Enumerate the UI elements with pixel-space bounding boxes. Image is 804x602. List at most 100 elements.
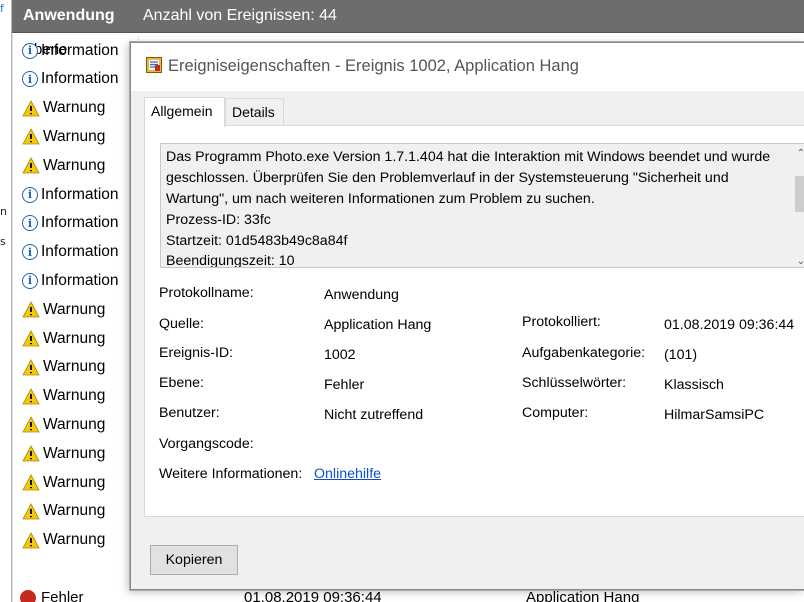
row-level: Warnung xyxy=(43,127,106,145)
warning-icon xyxy=(22,301,40,318)
tab-details[interactable]: Details xyxy=(225,98,284,126)
label-vorgangscode: Vorgangscode: xyxy=(159,436,254,452)
row-level: Warnung xyxy=(43,444,106,462)
onlinehilfe-link[interactable]: Onlinehilfe xyxy=(314,466,381,482)
table-row[interactable]: Warnung xyxy=(14,382,139,411)
info-icon: i xyxy=(22,215,38,232)
value-computer: HilmarSamsiPC xyxy=(664,407,765,423)
info-icon: i xyxy=(22,42,38,59)
warning-icon xyxy=(22,387,40,404)
row-level: Warnung xyxy=(43,99,106,117)
value-protokolliert: 01.08.2019 09:36:44 xyxy=(664,317,795,333)
row-level: Warnung xyxy=(43,387,106,405)
table-row[interactable]: Warnung xyxy=(14,151,139,180)
warning-icon xyxy=(22,502,40,520)
info-icon: i xyxy=(22,272,38,289)
value-aufgabenkategorie: (101) xyxy=(664,347,698,363)
table-row[interactable]: Warnung xyxy=(14,526,139,555)
info-icon: i xyxy=(22,186,38,203)
description-line: Wartung", um nach weiteren Informationen… xyxy=(166,191,595,207)
left-pane-fragment: s xyxy=(0,235,6,248)
row-level: Warnung xyxy=(43,473,106,491)
label-protokolliert: Protokolliert: xyxy=(522,314,601,330)
description-line: Beendigungszeit: 10 xyxy=(166,253,295,268)
warning-icon xyxy=(22,531,40,548)
scroll-up-icon[interactable]: ⌃ xyxy=(797,148,804,159)
label-aufgabenkategorie: Aufgabenkategorie: xyxy=(522,345,646,361)
table-row[interactable]: Fehler 01.08.2019 09:36:44 Application H… xyxy=(12,588,804,602)
left-pane-fragment: n xyxy=(0,205,7,218)
warning-icon xyxy=(22,157,40,174)
description-scrollbar[interactable]: ⌃ ⌄ xyxy=(794,144,804,267)
row-level: Fehler xyxy=(41,589,84,602)
warning-icon xyxy=(22,358,40,376)
warning-icon xyxy=(22,416,40,433)
table-row[interactable]: i Information xyxy=(14,266,139,295)
value-quelle: Application Hang xyxy=(324,317,432,333)
log-header: Anwendung Anzahl von Ereignissen: 44 xyxy=(12,0,804,33)
info-icon: i xyxy=(22,244,38,261)
copy-button[interactable]: Kopieren xyxy=(150,545,238,575)
table-row[interactable]: Warnung xyxy=(14,497,139,526)
left-pane-edge: f n s xyxy=(0,0,12,602)
error-icon xyxy=(20,590,36,602)
label-protokollname: Protokollname: xyxy=(159,285,254,301)
table-row[interactable]: Warnung xyxy=(14,353,139,382)
table-row[interactable]: Warnung xyxy=(14,122,139,151)
log-name: Anwendung xyxy=(23,7,115,24)
warning-icon xyxy=(22,99,40,116)
row-level: Warnung xyxy=(43,415,106,433)
warning-icon xyxy=(22,128,40,145)
event-description[interactable]: Das Programm Photo.exe Version 1.7.1.404… xyxy=(160,143,804,268)
row-level: Information xyxy=(41,185,119,203)
row-level: Warnung xyxy=(43,300,106,318)
label-ereignis-id: Ereignis-ID: xyxy=(159,345,234,361)
general-tab-panel: Das Programm Photo.exe Version 1.7.1.404… xyxy=(144,125,804,517)
event-count: Anzahl von Ereignissen: 44 xyxy=(143,7,337,24)
table-row[interactable]: i Information xyxy=(14,238,139,267)
label-weitere-informationen: Weitere Informationen: xyxy=(159,466,303,482)
row-level: Warnung xyxy=(43,156,106,174)
table-row[interactable]: Warnung xyxy=(14,94,139,123)
row-level: Warnung xyxy=(43,329,106,347)
event-viewer-icon xyxy=(146,57,162,73)
description-line: Prozess-ID: 33fc xyxy=(166,212,271,228)
table-row[interactable]: Warnung xyxy=(14,324,139,353)
table-row[interactable]: Warnung xyxy=(14,295,139,324)
value-ereignis-id: 1002 xyxy=(324,347,356,363)
warning-icon xyxy=(22,474,40,491)
description-line: Startzeit: 01d5483b49c8a84f xyxy=(166,233,348,249)
table-row[interactable]: i Information xyxy=(14,36,139,65)
dialog-title: Ereigniseigenschaften - Ereignis 1002, A… xyxy=(168,57,579,75)
row-level: Information xyxy=(41,271,119,289)
label-schluesselwoerter: Schlüsselwörter: xyxy=(522,375,627,391)
tab-allgemein[interactable]: Allgemein xyxy=(144,97,225,127)
warning-icon xyxy=(22,330,40,347)
row-level: Warnung xyxy=(43,531,106,549)
row-level: Warnung xyxy=(43,502,106,520)
row-level: Information xyxy=(41,243,119,261)
dialog-titlebar[interactable]: Ereigniseigenschaften - Ereignis 1002, A… xyxy=(131,43,804,91)
row-level: Warnung xyxy=(43,358,106,376)
table-row[interactable]: i Information xyxy=(14,65,139,94)
event-properties-dialog: Ereigniseigenschaften - Ereignis 1002, A… xyxy=(130,42,804,590)
scroll-thumb[interactable] xyxy=(795,176,804,212)
value-benutzer: Nicht zutreffend xyxy=(324,407,424,423)
table-row[interactable]: Warnung xyxy=(14,410,139,439)
description-line: Das Programm Photo.exe Version 1.7.1.404… xyxy=(166,149,771,165)
table-row[interactable]: Warnung xyxy=(14,439,139,468)
table-row[interactable]: i Information xyxy=(14,209,139,238)
scroll-down-icon[interactable]: ⌄ xyxy=(797,256,804,267)
label-benutzer: Benutzer: xyxy=(159,405,220,421)
label-ebene: Ebene: xyxy=(159,375,204,391)
warning-icon xyxy=(22,445,40,462)
value-ebene: Fehler xyxy=(324,377,365,393)
row-level: Information xyxy=(41,70,119,88)
description-line: geschlossen. Überprüfen Sie den Problemv… xyxy=(166,170,729,186)
label-quelle: Quelle: xyxy=(159,316,204,332)
table-row[interactable]: Warnung xyxy=(14,468,139,497)
row-date: 01.08.2019 09:36:44 xyxy=(244,589,382,602)
table-row[interactable]: i Information xyxy=(14,180,139,209)
left-pane-fragment: f xyxy=(0,2,4,15)
label-computer: Computer: xyxy=(522,405,589,421)
